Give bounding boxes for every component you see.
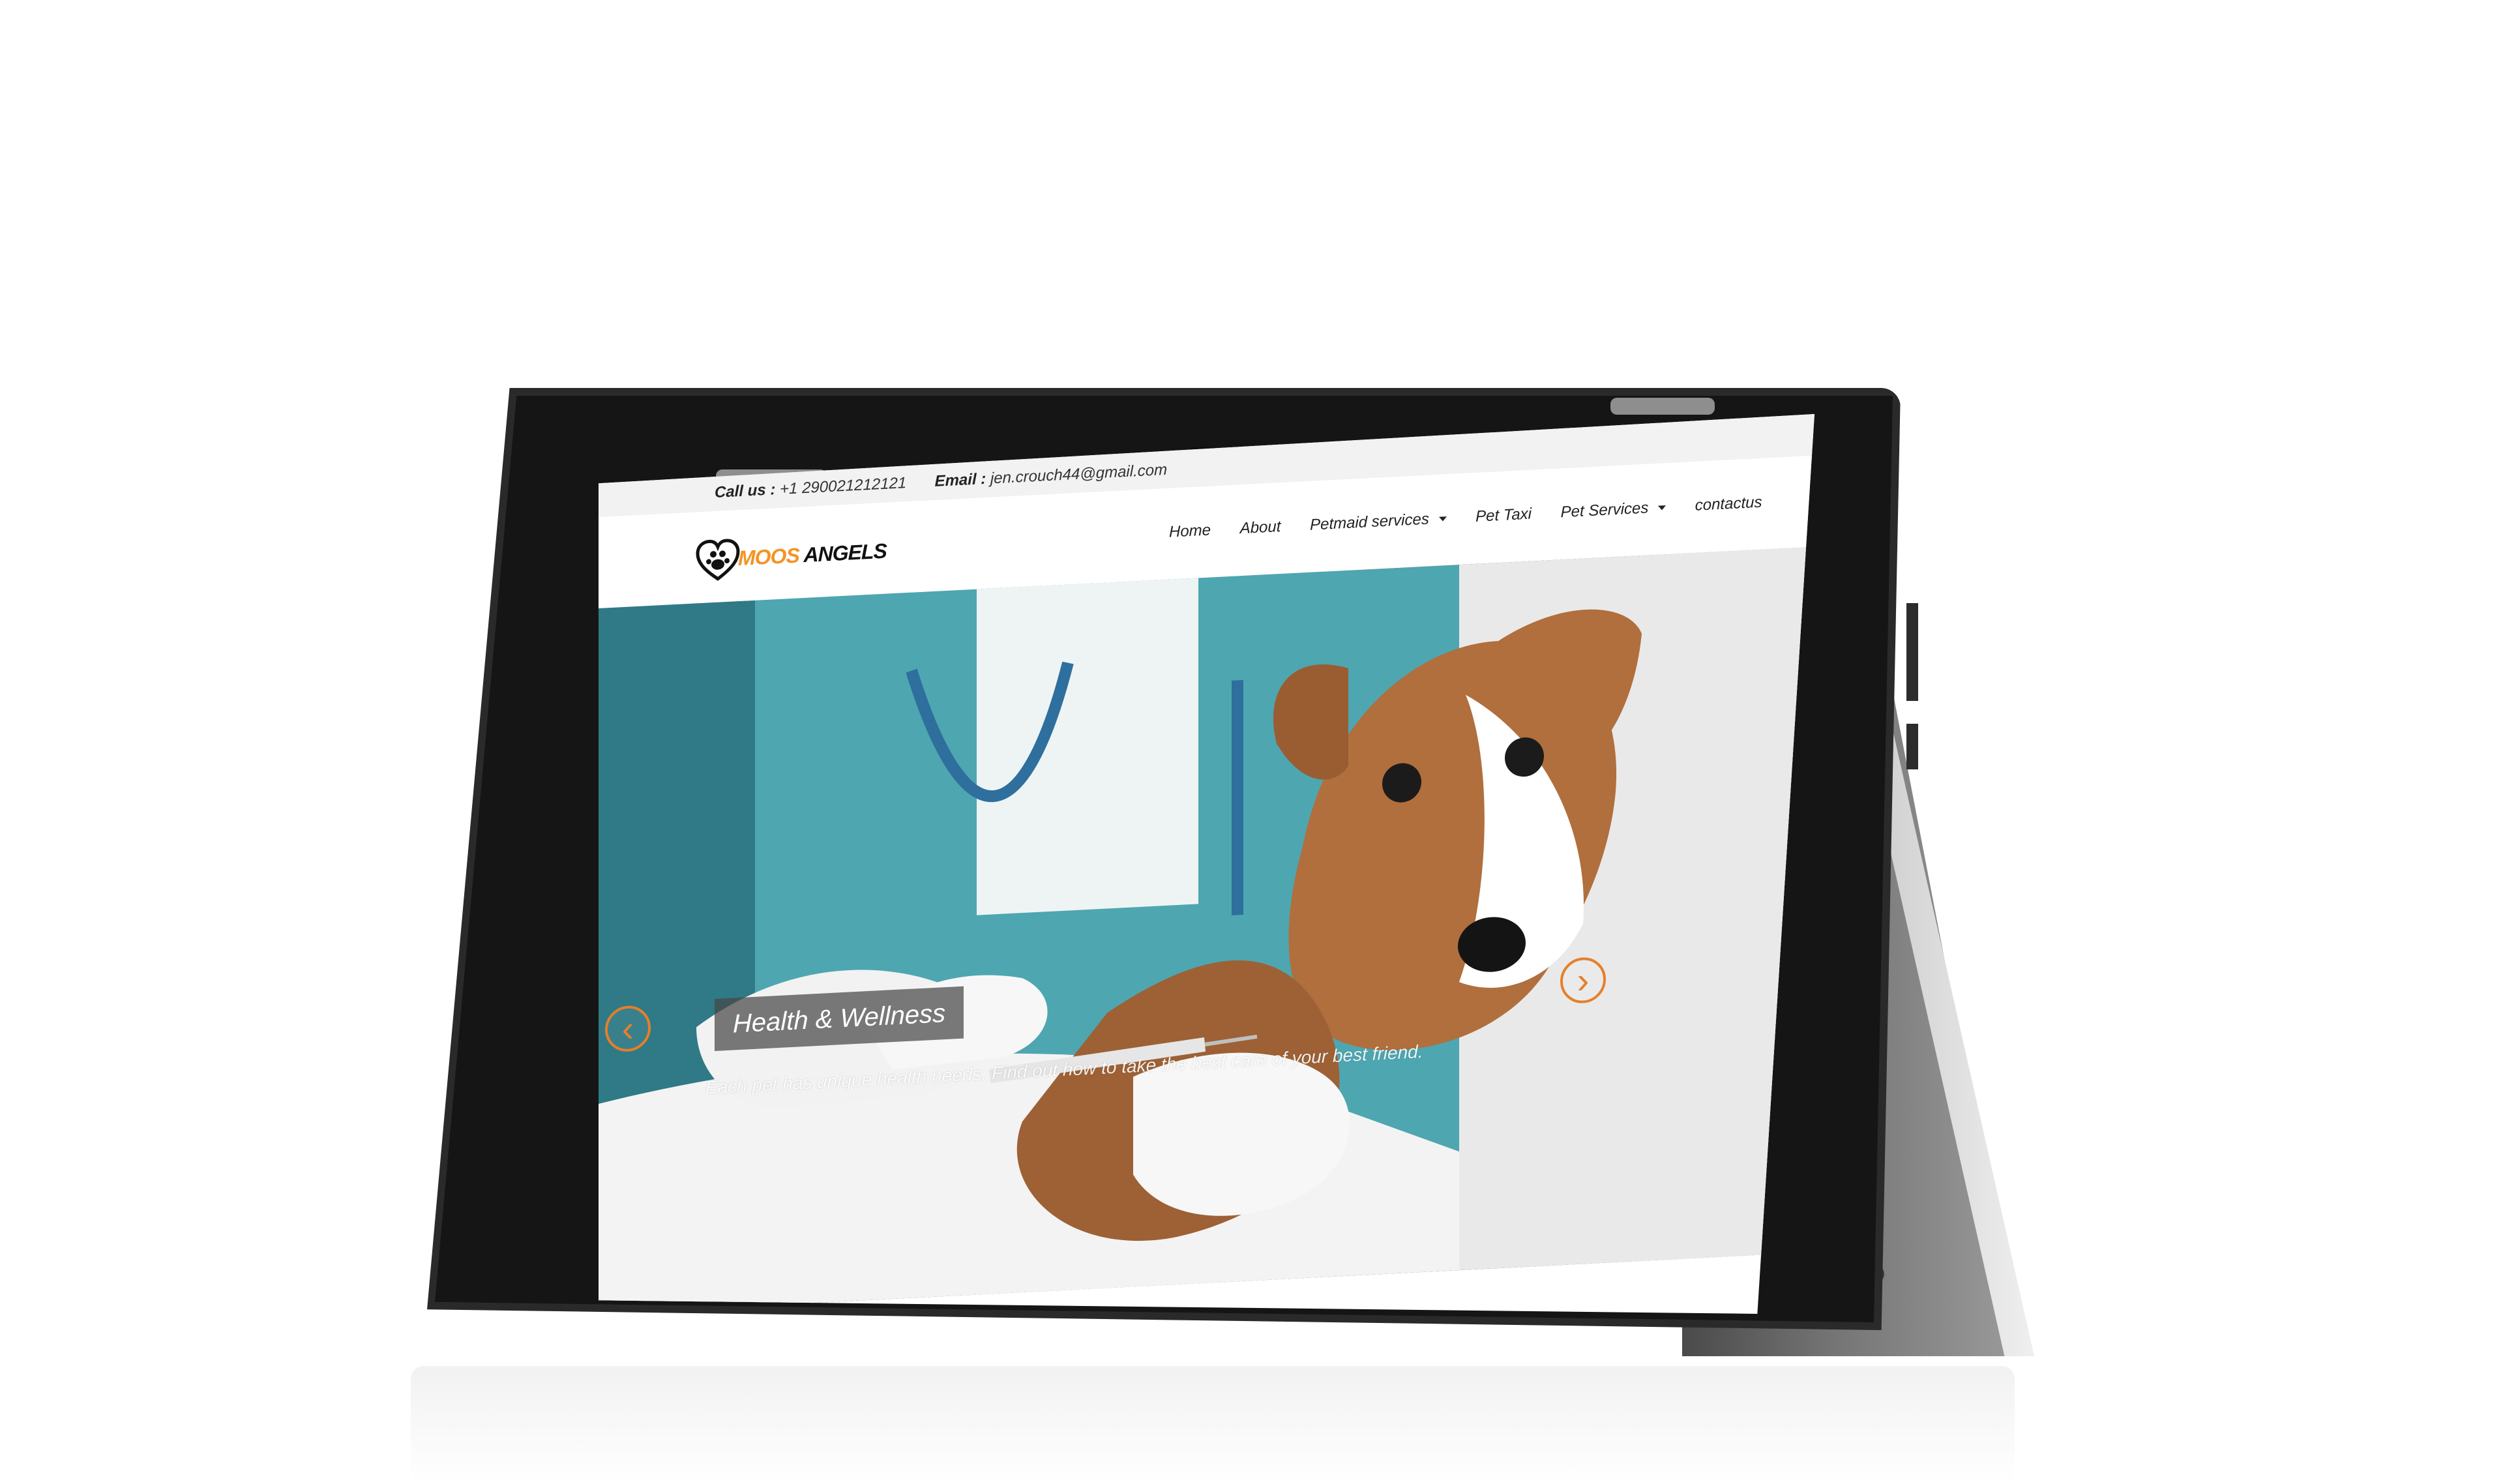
logo-wordmark: MOOS ANGELS: [738, 539, 887, 571]
nav-label: Pet Taxi: [1475, 505, 1532, 526]
nav-label: Petmaid services: [1310, 510, 1429, 534]
nav-item-pet-services[interactable]: Pet Services: [1561, 498, 1666, 522]
device-port: [1906, 724, 1918, 769]
main-nav: Home About Petmaid services Pet Taxi Pet…: [1169, 492, 1786, 542]
logo-word-1: MOOS: [738, 543, 799, 571]
call-label: Call us :: [715, 481, 776, 501]
device-hinge: [1610, 398, 1715, 415]
tablet-screen: 👤 Login ✎ Register 🛒 0 Call us : +1 2900…: [599, 414, 1814, 1314]
cart-count-badge: 0: [1771, 354, 1788, 372]
nav-item-home[interactable]: Home: [1169, 521, 1211, 541]
hero-carousel: ‹ › Health & Wellness Each pet has uniqu…: [599, 546, 1814, 1314]
nav-item-contactus[interactable]: contactus: [1695, 494, 1762, 515]
nav-label: Pet Services: [1560, 499, 1649, 522]
cart-icon: 🛒: [1756, 370, 1775, 390]
email-label: Email :: [934, 469, 986, 490]
nav-label: contactus: [1695, 493, 1762, 514]
paw-icon: [696, 539, 740, 581]
website-view: 👤 Login ✎ Register 🛒 0 Call us : +1 2900…: [599, 370, 1814, 1314]
dropdown-caret-icon: [1658, 505, 1666, 511]
logo-word-2: ANGELS: [803, 539, 887, 567]
site-logo[interactable]: MOOS ANGELS: [695, 526, 887, 585]
dropdown-caret-icon: [1438, 516, 1447, 522]
nav-item-about[interactable]: About: [1240, 518, 1281, 538]
cart-button[interactable]: 🛒 0: [1741, 370, 1775, 391]
device-port: [1906, 603, 1918, 701]
chevron-right-icon: ›: [1577, 959, 1590, 1001]
device-mockup-scene: 👤 Login ✎ Register 🛒 0 Call us : +1 2900…: [0, 0, 2518, 1484]
nav-item-petmaid-services[interactable]: Petmaid services: [1310, 509, 1447, 535]
nav-item-pet-taxi[interactable]: Pet Taxi: [1475, 505, 1532, 526]
chevron-left-icon: ‹: [621, 1007, 634, 1050]
nav-label: About: [1239, 517, 1281, 538]
phone-number[interactable]: +1 290021212121: [780, 474, 906, 498]
nav-label: Home: [1169, 521, 1211, 541]
hero-image: [599, 546, 1814, 1314]
device-reflection: [411, 1366, 2015, 1484]
email-address[interactable]: jen.crouch44@gmail.com: [990, 461, 1167, 488]
